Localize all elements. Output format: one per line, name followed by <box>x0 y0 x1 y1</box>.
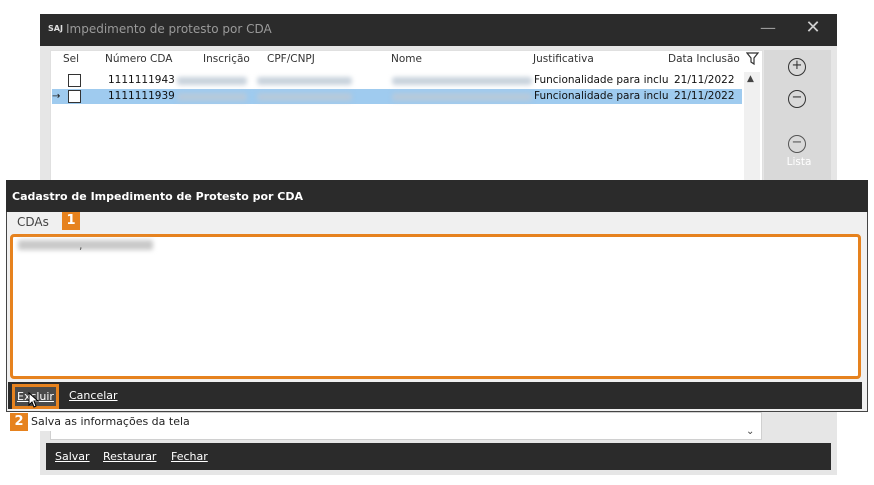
header-inscricao[interactable]: Inscrição <box>203 53 250 67</box>
row-checkbox[interactable] <box>68 90 81 103</box>
lista-minus-circle-icon[interactable]: − <box>788 135 806 153</box>
dialog-toolbar <box>8 382 862 409</box>
table-row[interactable]: 1111111943 Funcionalidade para inclu 21/… <box>52 73 742 88</box>
filter-icon[interactable] <box>745 52 760 66</box>
cdas-separator: , <box>79 239 83 252</box>
redacted-cdas-value <box>18 240 153 250</box>
step-badge-1: 1 <box>62 212 80 230</box>
footer-toolbar <box>46 443 831 470</box>
chevron-down-icon[interactable]: ⌄ <box>746 426 754 437</box>
header-cpf-cnpj[interactable]: CPF/CNPJ <box>267 53 315 67</box>
minimize-button[interactable]: — <box>760 18 776 38</box>
cell-numero-cda: 1111111939 <box>108 90 175 102</box>
redacted-cpf-cnpj <box>257 77 352 85</box>
cdas-label: CDAs <box>17 215 49 229</box>
salvar-button[interactable]: Salvar <box>55 450 90 463</box>
header-numero-cda[interactable]: Número CDA <box>105 53 172 67</box>
redacted-cpf-cnpj <box>257 93 352 101</box>
header-sel[interactable]: Sel <box>63 53 79 67</box>
grid-scrollbar[interactable] <box>744 72 760 182</box>
redacted-inscricao <box>177 93 247 101</box>
header-justificativa[interactable]: Justificativa <box>533 53 594 67</box>
tooltip: Salva as informações da tela <box>28 413 193 431</box>
cdas-textarea[interactable] <box>10 234 861 379</box>
redacted-inscricao <box>177 77 247 85</box>
cancelar-button[interactable]: Cancelar <box>69 389 118 402</box>
cda-grid <box>50 50 763 182</box>
dialog-title: Cadastro de Impedimento de Protesto por … <box>12 190 304 203</box>
app-logo: SAJ <box>48 24 63 33</box>
header-data-inclusao[interactable]: Data Inclusão <box>668 53 740 67</box>
window-title: Impedimento de protesto por CDA <box>66 22 272 36</box>
lista-label[interactable]: Lista <box>779 156 819 168</box>
redacted-nome <box>392 77 532 85</box>
fechar-button[interactable]: Fechar <box>171 450 208 463</box>
minus-circle-icon[interactable]: − <box>788 90 806 108</box>
mouse-cursor-icon <box>28 391 40 412</box>
cell-data-inclusao: 21/11/2022 <box>674 90 735 102</box>
header-nome[interactable]: Nome <box>391 53 422 67</box>
redacted-nome <box>392 93 532 101</box>
row-checkbox[interactable] <box>68 74 81 87</box>
cell-numero-cda: 1111111943 <box>108 74 175 86</box>
step-badge-2: 2 <box>10 413 28 431</box>
close-button[interactable]: ✕ <box>803 18 823 38</box>
row-pointer-icon: → <box>52 91 61 102</box>
cell-data-inclusao: 21/11/2022 <box>674 74 735 86</box>
restaurar-button[interactable]: Restaurar <box>103 450 156 463</box>
plus-circle-icon[interactable]: + <box>788 58 806 76</box>
table-row-selected[interactable]: 1111111939 Funcionalidade para inclu 21/… <box>52 89 742 104</box>
cell-justificativa: Funcionalidade para inclu <box>534 74 669 86</box>
scroll-up-icon[interactable]: ▲ <box>747 74 754 84</box>
cell-justificativa: Funcionalidade para inclu <box>534 90 669 102</box>
